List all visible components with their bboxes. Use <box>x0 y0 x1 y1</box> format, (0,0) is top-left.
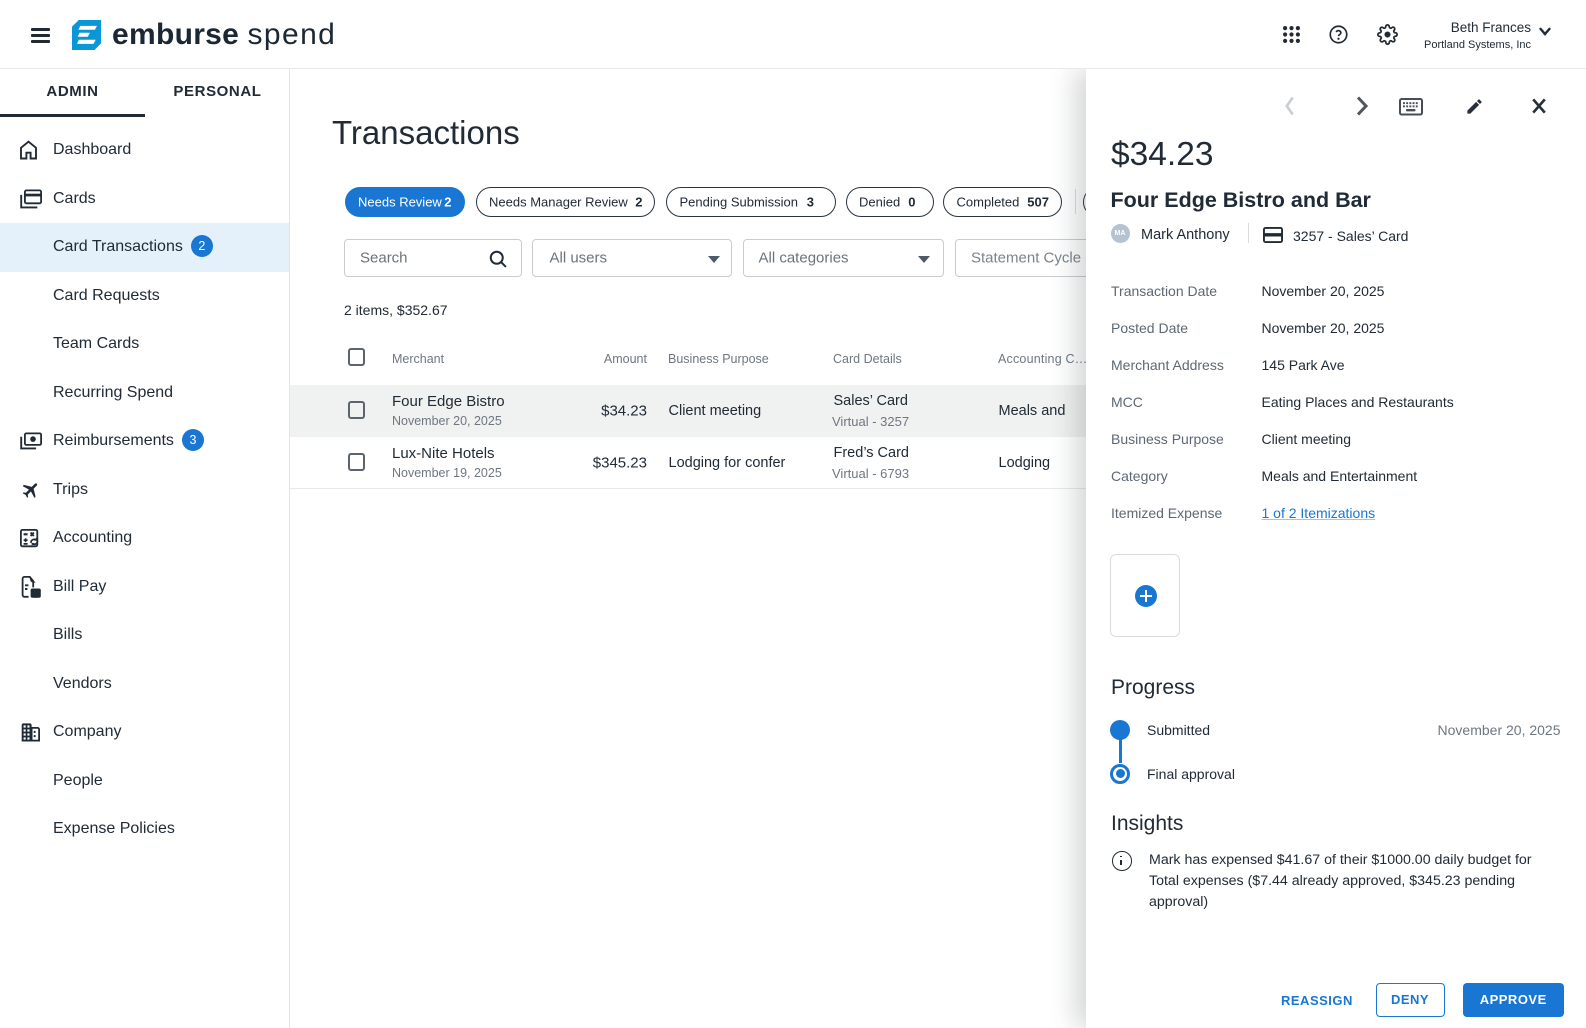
svg-text:$: $ <box>33 589 38 598</box>
